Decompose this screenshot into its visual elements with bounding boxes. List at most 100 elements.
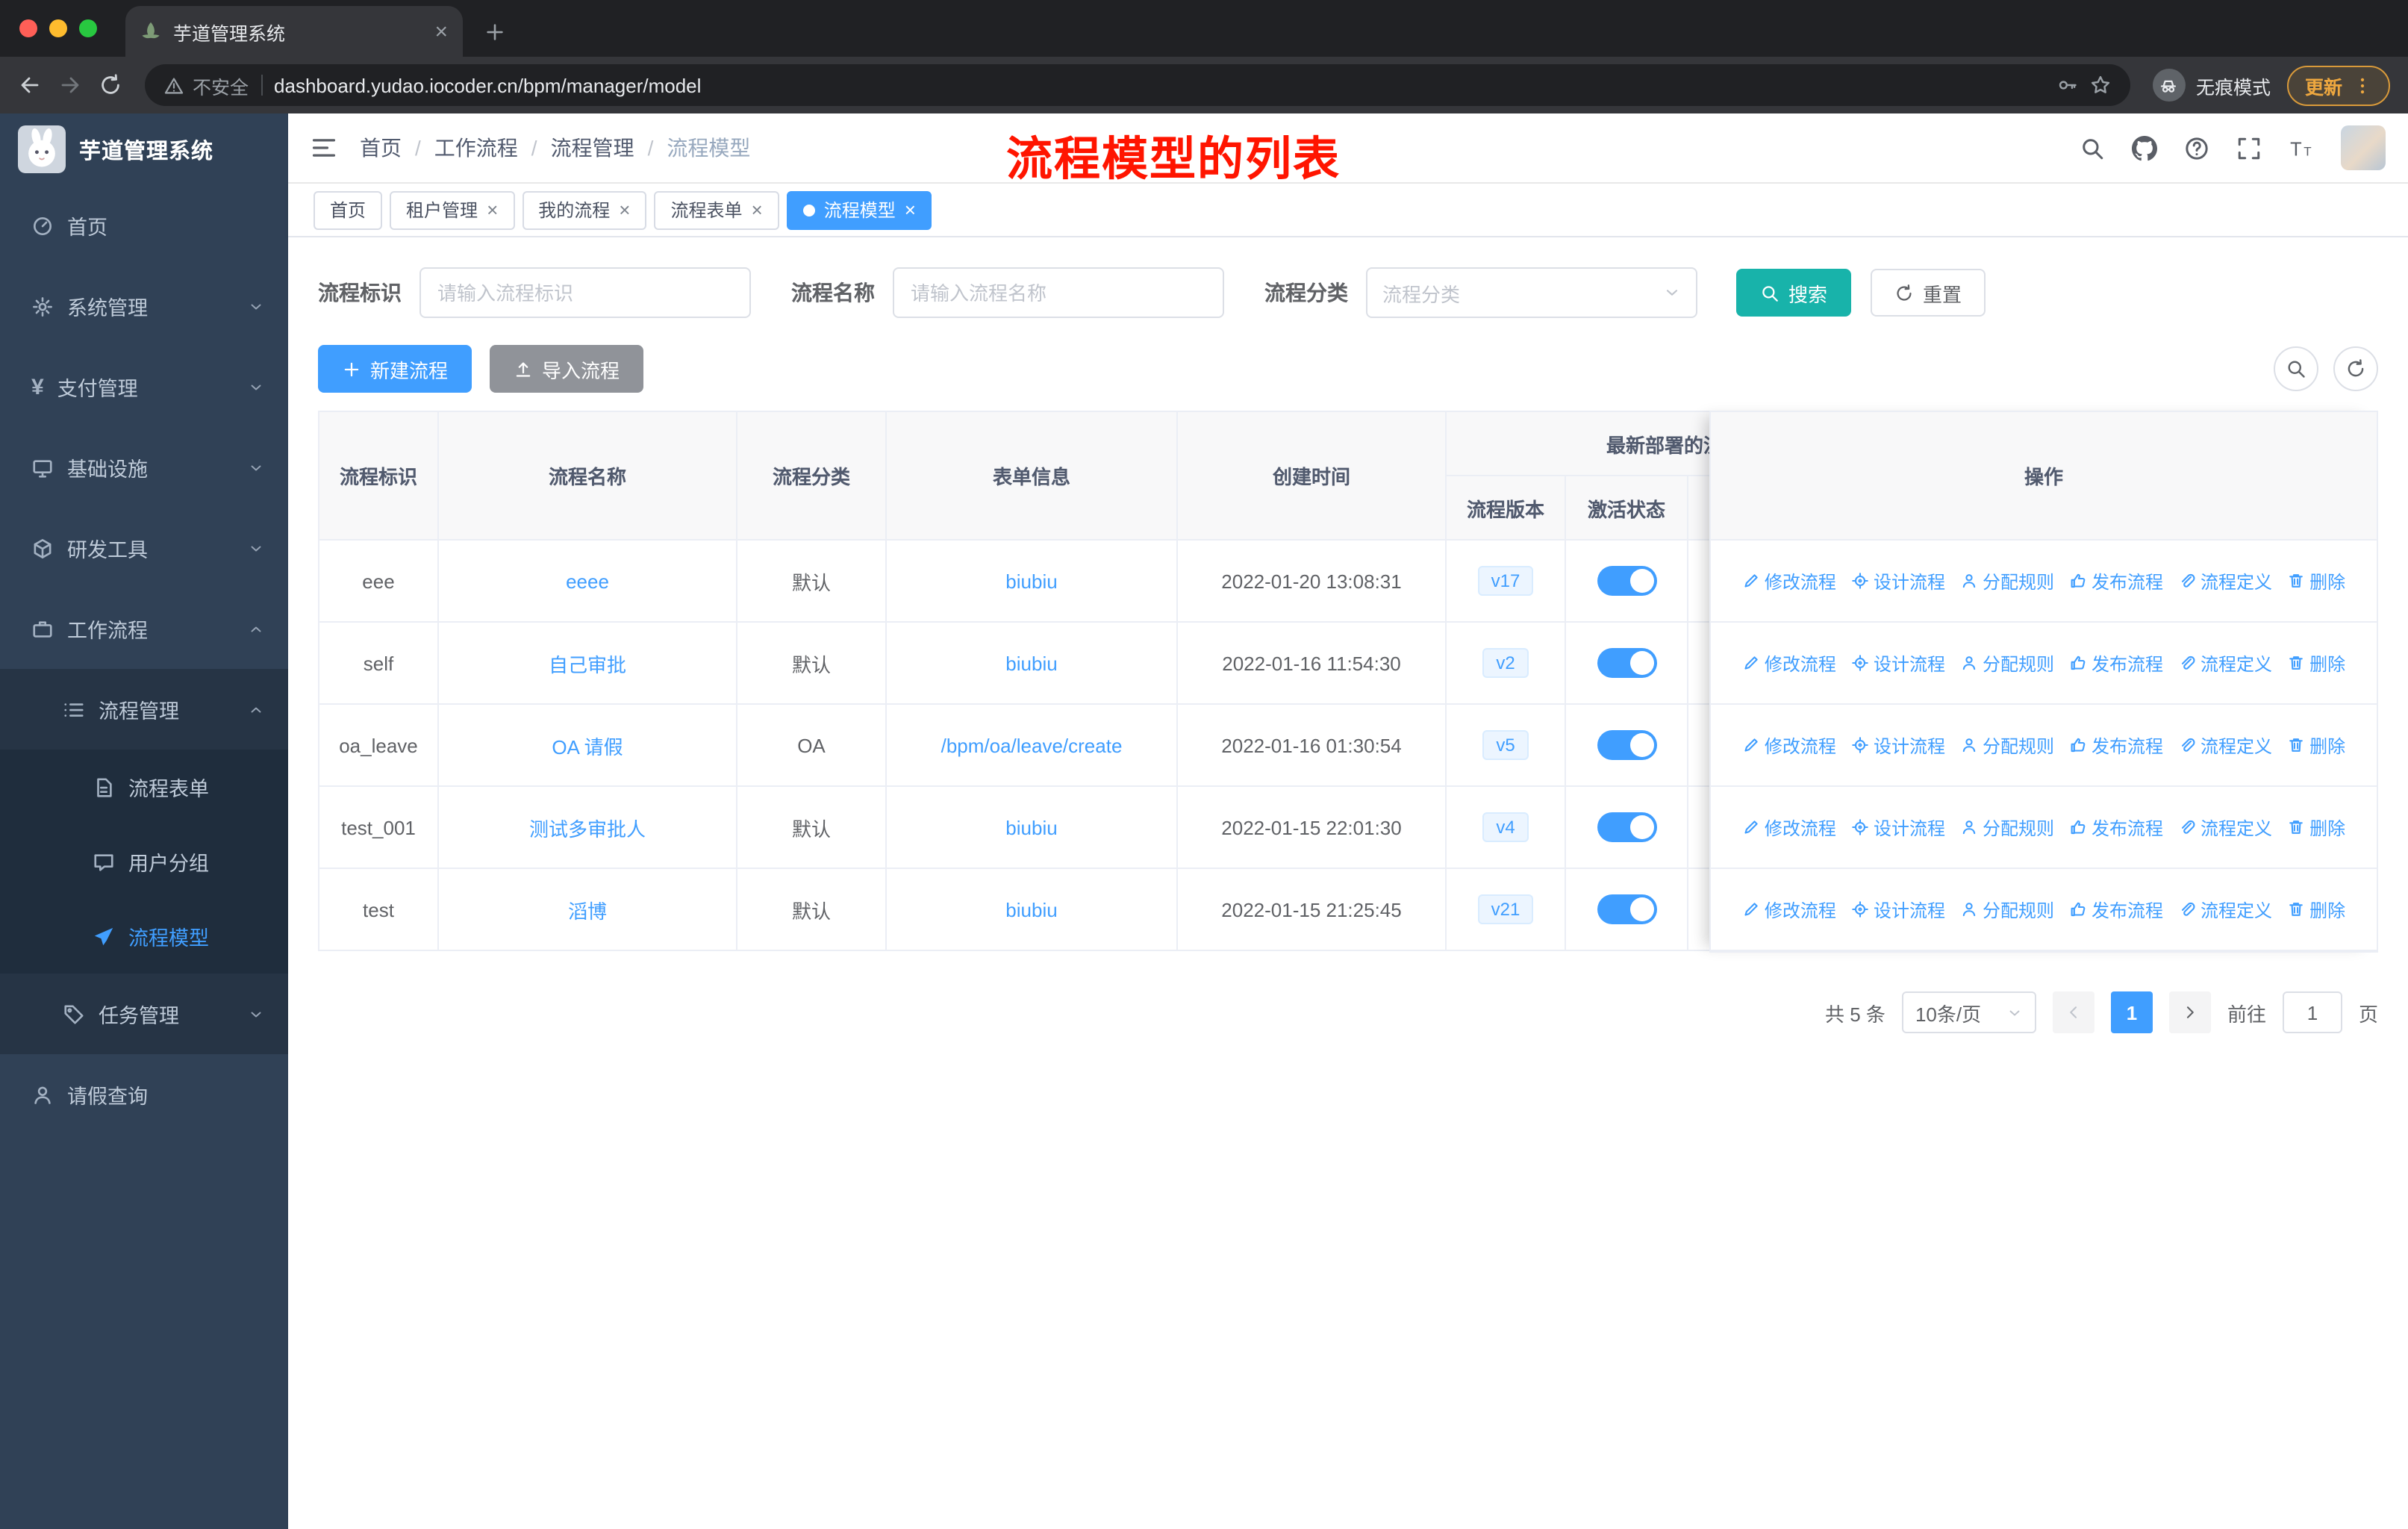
process-key-input[interactable] [419, 267, 751, 318]
process-name-link[interactable]: 滔博 [568, 895, 607, 924]
form-link[interactable]: biubiu [1005, 898, 1057, 921]
row-action-publish[interactable]: 发布流程 [2069, 732, 2163, 758]
breadcrumb-item[interactable]: 首页 [360, 133, 402, 163]
row-action-delete[interactable]: 删除 [2287, 897, 2345, 922]
tab-close-icon[interactable]: × [434, 20, 448, 43]
row-action-definition[interactable]: 流程定义 [2178, 568, 2272, 594]
sidebar-item-system[interactable]: 系统管理 [0, 266, 288, 346]
forward-button[interactable] [58, 73, 82, 97]
category-select[interactable]: 流程分类 [1366, 267, 1697, 318]
tag-close-icon[interactable]: × [752, 199, 763, 221]
breadcrumb-item[interactable]: 工作流程 [434, 133, 518, 163]
row-action-design[interactable]: 设计流程 [1851, 815, 1945, 840]
row-action-delete[interactable]: 删除 [2287, 568, 2345, 594]
sidebar-item-user-group[interactable]: 用户分组 [0, 824, 288, 899]
row-action-definition[interactable]: 流程定义 [2178, 732, 2272, 758]
tag-item[interactable]: 我的流程 × [522, 190, 647, 229]
form-link[interactable]: biubiu [1005, 816, 1057, 838]
active-toggle[interactable] [1597, 894, 1656, 924]
row-action-assign[interactable]: 分配规则 [1960, 650, 2054, 676]
row-action-publish[interactable]: 发布流程 [2069, 568, 2163, 594]
reset-button[interactable]: 重置 [1871, 269, 1986, 317]
row-action-edit[interactable]: 修改流程 [1742, 732, 1836, 758]
process-name-link[interactable]: 自己审批 [549, 649, 626, 677]
row-action-definition[interactable]: 流程定义 [2178, 815, 2272, 840]
tag-item[interactable]: 租户管理 × [390, 190, 515, 229]
password-key-icon[interactable] [2057, 75, 2078, 96]
tag-close-icon[interactable]: × [905, 199, 916, 221]
tag-item[interactable]: 流程表单 × [654, 190, 779, 229]
row-action-edit[interactable]: 修改流程 [1742, 815, 1836, 840]
window-close-button[interactable] [19, 19, 37, 37]
process-name-link[interactable]: 测试多审批人 [529, 813, 646, 841]
window-zoom-button[interactable] [79, 19, 97, 37]
browser-update-button[interactable]: 更新 [2286, 65, 2390, 105]
row-action-edit[interactable]: 修改流程 [1742, 650, 1836, 676]
sidebar-item-flow-model[interactable]: 流程模型 [0, 899, 288, 974]
bookmark-star-icon[interactable] [2090, 75, 2111, 96]
browser-tab[interactable]: 芋道管理系统 × [125, 6, 463, 57]
row-action-definition[interactable]: 流程定义 [2178, 650, 2272, 676]
sidebar-item-leave-query[interactable]: 请假查询 [0, 1054, 288, 1135]
row-action-design[interactable]: 设计流程 [1851, 897, 1945, 922]
reload-button[interactable] [99, 73, 122, 97]
github-icon[interactable] [2132, 135, 2157, 161]
sidebar-item-home[interactable]: 首页 [0, 185, 288, 266]
browser-menu-icon[interactable] [2353, 75, 2372, 95]
sidebar-collapse-icon[interactable] [311, 134, 337, 161]
sidebar-item-infra[interactable]: 基础设施 [0, 427, 288, 508]
new-tab-button[interactable] [484, 21, 506, 43]
row-action-delete[interactable]: 删除 [2287, 732, 2345, 758]
refresh-table-button[interactable] [2333, 346, 2378, 391]
next-page-button[interactable] [2168, 991, 2211, 1033]
row-action-assign[interactable]: 分配规则 [1960, 815, 2054, 840]
font-size-icon[interactable]: TT [2289, 135, 2314, 161]
process-name-link[interactable]: eeee [566, 570, 609, 592]
row-action-publish[interactable]: 发布流程 [2069, 650, 2163, 676]
address-bar[interactable]: 不安全 dashboard.yudao.iocoder.cn/bpm/manag… [145, 64, 2130, 106]
user-avatar[interactable] [2341, 125, 2386, 170]
row-action-assign[interactable]: 分配规则 [1960, 732, 2054, 758]
form-link[interactable]: /bpm/oa/leave/create [941, 734, 1123, 756]
row-action-delete[interactable]: 删除 [2287, 650, 2345, 676]
row-action-edit[interactable]: 修改流程 [1742, 897, 1836, 922]
app-logo[interactable]: 芋道管理系统 [0, 113, 288, 185]
help-icon[interactable] [2184, 135, 2209, 161]
current-page-button[interactable]: 1 [2110, 991, 2153, 1033]
search-icon[interactable] [2080, 135, 2105, 161]
sidebar-item-devtools[interactable]: 研发工具 [0, 508, 288, 588]
row-action-publish[interactable]: 发布流程 [2069, 897, 2163, 922]
goto-page-input[interactable] [2282, 991, 2342, 1033]
back-button[interactable] [18, 73, 42, 97]
active-toggle[interactable] [1597, 730, 1656, 760]
row-action-assign[interactable]: 分配规则 [1960, 897, 2054, 922]
window-minimize-button[interactable] [49, 19, 67, 37]
row-action-edit[interactable]: 修改流程 [1742, 568, 1836, 594]
process-name-link[interactable]: OA 请假 [552, 731, 623, 759]
form-link[interactable]: biubiu [1005, 652, 1057, 674]
search-button[interactable]: 搜索 [1736, 269, 1852, 317]
row-action-definition[interactable]: 流程定义 [2178, 897, 2272, 922]
row-action-design[interactable]: 设计流程 [1851, 732, 1945, 758]
sidebar-item-payment[interactable]: ¥ 支付管理 [0, 346, 288, 427]
sidebar-item-task-manage[interactable]: 任务管理 [0, 974, 288, 1054]
sidebar-item-flow-form[interactable]: 流程表单 [0, 750, 288, 824]
page-size-select[interactable]: 10条/页 [1901, 991, 2036, 1033]
active-toggle[interactable] [1597, 812, 1656, 842]
tag-active[interactable]: 流程模型 × [786, 190, 932, 229]
fullscreen-icon[interactable] [2236, 135, 2262, 161]
tag-close-icon[interactable]: × [487, 199, 498, 221]
sidebar-item-workflow[interactable]: 工作流程 [0, 588, 288, 669]
import-process-button[interactable]: 导入流程 [490, 345, 644, 393]
prev-page-button[interactable] [2052, 991, 2094, 1033]
row-action-publish[interactable]: 发布流程 [2069, 815, 2163, 840]
create-process-button[interactable]: 新建流程 [318, 345, 472, 393]
sidebar-item-flow-manage[interactable]: 流程管理 [0, 669, 288, 750]
active-toggle[interactable] [1597, 566, 1656, 596]
security-indicator[interactable]: 不安全 [164, 71, 249, 99]
active-toggle[interactable] [1597, 648, 1656, 678]
tag-close-icon[interactable]: × [619, 199, 630, 221]
breadcrumb-item[interactable]: 流程管理 [551, 133, 634, 163]
process-name-input[interactable] [893, 267, 1224, 318]
tag-item[interactable]: 首页 [314, 190, 383, 229]
